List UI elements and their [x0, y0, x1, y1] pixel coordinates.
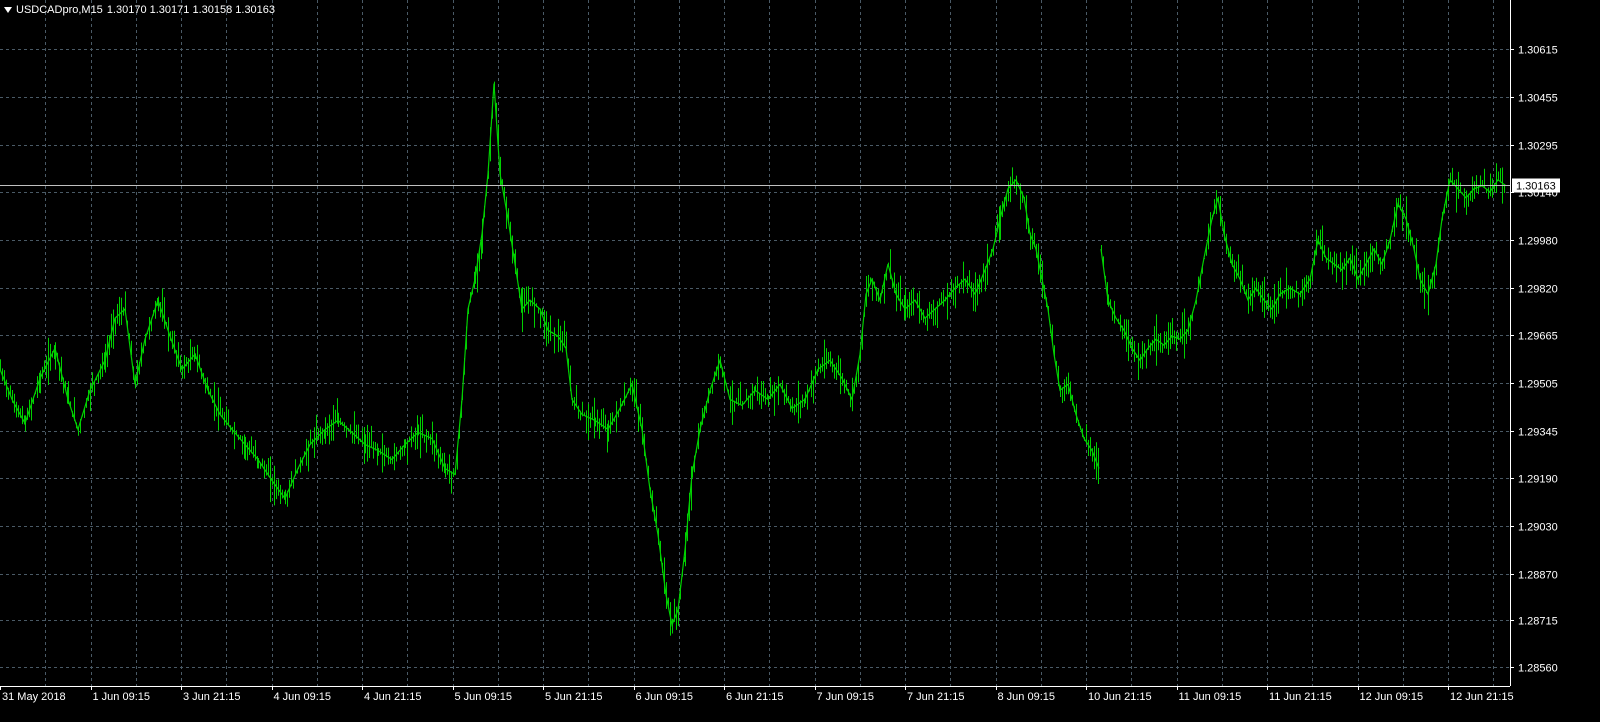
x-tick-label: 4 Jun 21:15 [364, 691, 422, 703]
x-tick-label: 6 Jun 21:15 [726, 691, 784, 703]
y-tick-label: 1.29505 [1518, 379, 1558, 391]
y-tick-label: 1.29030 [1518, 522, 1558, 534]
y-tick-label: 1.29345 [1518, 427, 1558, 439]
y-tick-label: 1.29190 [1518, 474, 1558, 486]
x-tick-label: 3 Jun 21:15 [183, 691, 241, 703]
y-tick-label: 1.28560 [1518, 663, 1558, 675]
y-tick-label: 1.29665 [1518, 331, 1558, 343]
y-tick-label: 1.30295 [1518, 141, 1558, 153]
y-tick-label: 1.28870 [1518, 570, 1558, 582]
x-tick-label: 11 Jun 21:15 [1269, 691, 1332, 703]
x-tick-label: 7 Jun 09:15 [817, 691, 875, 703]
x-tick-label: 7 Jun 21:15 [907, 691, 965, 703]
ohlc-values: 1.30170 1.30171 1.30158 1.30163 [106, 4, 276, 16]
x-tick-label: 4 Jun 09:15 [274, 691, 332, 703]
price-line [0, 83, 1100, 627]
price-axis: 1.306151.304551.302951.301401.299801.298… [1510, 45, 1558, 675]
price-series [0, 81, 1507, 636]
x-tick-label: 5 Jun 09:15 [455, 691, 513, 703]
time-axis: 31 May 2018 1 Jun 09:15 3 Jun 21:15 4 Jun 0… [0, 686, 1514, 703]
y-tick-label: 1.28715 [1518, 616, 1558, 628]
y-tick-label: 1.30615 [1518, 45, 1558, 57]
chevron-down-icon[interactable] [4, 7, 12, 13]
x-tick-label: 31 May 2018 [2, 691, 66, 703]
x-tick-label: 8 Jun 09:15 [998, 691, 1056, 703]
x-tick-label: 5 Jun 21:15 [545, 691, 603, 703]
x-tick-label: 11 Jun 09:15 [1179, 691, 1242, 703]
price-line [1100, 178, 1507, 362]
grid [0, 0, 1510, 686]
y-tick-label: 1.30455 [1518, 93, 1558, 105]
price-chart[interactable]: 1.306151.304551.302951.301401.299801.298… [0, 0, 1600, 722]
symbol-timeframe-label: USDCADpro,M15 [16, 4, 103, 16]
x-tick-label: 6 Jun 09:15 [636, 691, 694, 703]
current-price-marker: 1.30163 [0, 178, 1560, 193]
chart-header: USDCADpro,M15 1.30170 1.30171 1.30158 1.… [4, 2, 275, 18]
x-tick-label: 12 Jun 09:15 [1360, 691, 1424, 703]
x-tick-label: 12 Jun 21:15 [1450, 691, 1514, 703]
x-tick-label: 1 Jun 09:15 [93, 691, 151, 703]
y-tick-label: 1.29980 [1518, 236, 1558, 248]
x-tick-label: 10 Jun 21:15 [1088, 691, 1152, 703]
chart-window[interactable]: USDCADpro,M15 1.30170 1.30171 1.30158 1.… [0, 0, 1600, 722]
current-price-label: 1.30163 [1516, 181, 1556, 193]
y-tick-label: 1.29820 [1518, 284, 1558, 296]
